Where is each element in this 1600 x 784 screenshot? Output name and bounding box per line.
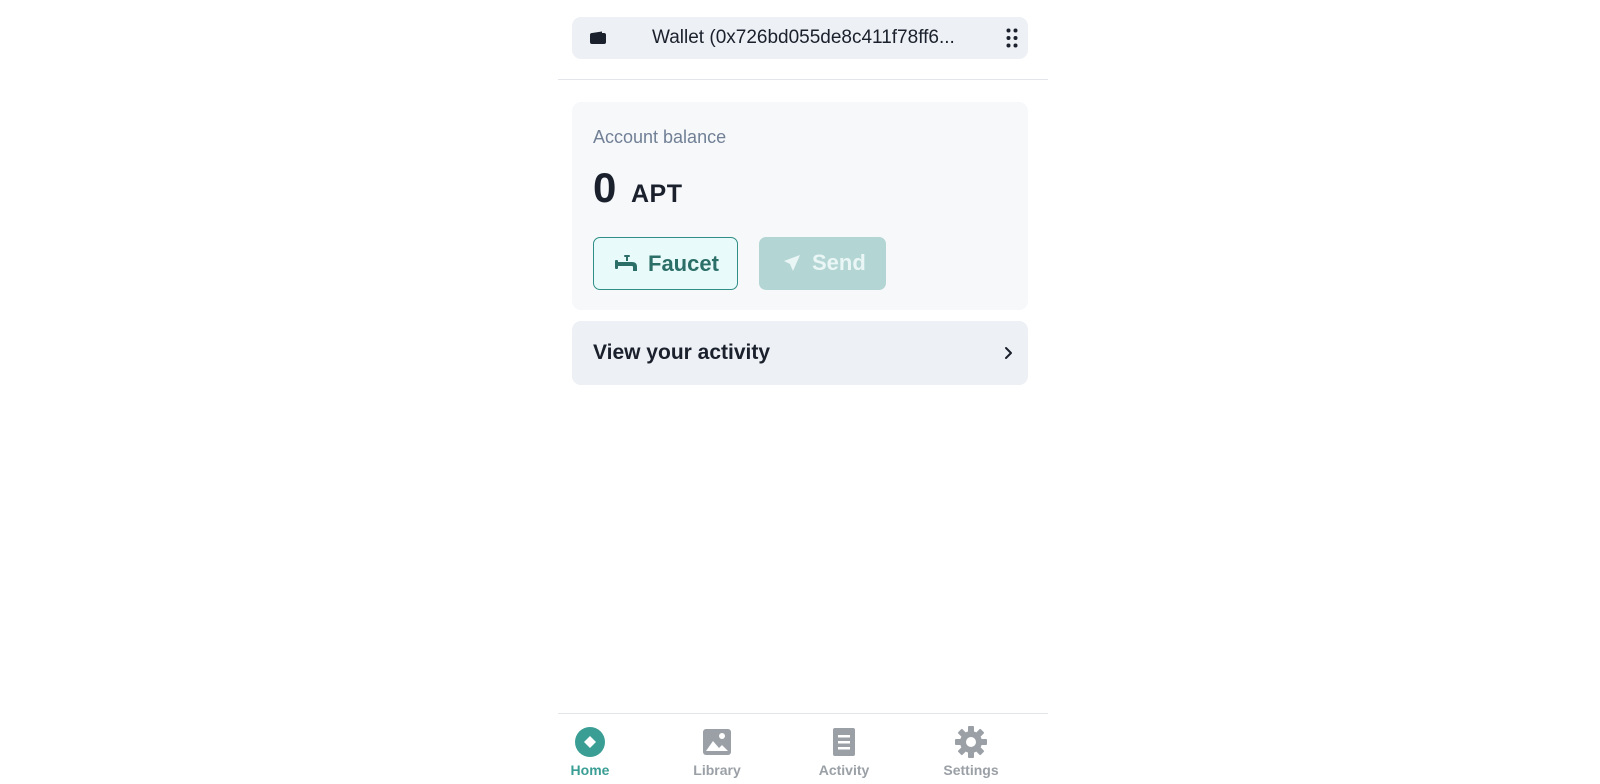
- balance-unit: APT: [631, 180, 683, 208]
- nav-item-settings[interactable]: Settings: [921, 714, 1021, 784]
- gear-icon: [955, 726, 987, 758]
- nav-item-library[interactable]: Library: [667, 714, 767, 784]
- chevron-right-icon: [1005, 347, 1012, 359]
- wallet-app: Wallet (0x726bd055de8c411f78ff6... Accou…: [558, 0, 1048, 784]
- balance-card: Account balance 0 APT Faucet Send: [572, 102, 1028, 310]
- home-icon: [575, 727, 605, 757]
- faucet-button[interactable]: Faucet: [593, 237, 738, 290]
- view-activity-row[interactable]: View your activity: [572, 321, 1028, 385]
- send-label: Send: [812, 250, 866, 275]
- wallet-title[interactable]: Wallet (0x726bd055de8c411f78ff6...: [652, 27, 970, 49]
- wallet-selector[interactable]: Wallet (0x726bd055de8c411f78ff6...: [572, 17, 1028, 59]
- image-icon: [703, 729, 731, 755]
- header-divider: [558, 79, 1048, 80]
- send-button[interactable]: Send: [759, 237, 886, 290]
- nav-label-settings: Settings: [943, 762, 999, 778]
- bottom-nav: Home Library Activity Settings: [558, 714, 1048, 784]
- document-icon: [833, 728, 855, 756]
- faucet-label: Faucet: [648, 251, 719, 276]
- faucet-icon: [615, 255, 637, 271]
- nav-label-activity: Activity: [818, 762, 870, 778]
- wallet-icon: [590, 31, 606, 44]
- view-activity-label: View your activity: [593, 341, 771, 364]
- nav-item-home[interactable]: Home: [540, 714, 640, 784]
- grip-icon[interactable]: [1006, 28, 1018, 48]
- balance-amount: 0: [593, 164, 617, 211]
- send-icon: [784, 255, 800, 271]
- nav-label-home: Home: [570, 762, 610, 778]
- balance-label: Account balance: [593, 127, 727, 147]
- nav-item-activity[interactable]: Activity: [794, 714, 894, 784]
- nav-label-library: Library: [693, 762, 741, 778]
